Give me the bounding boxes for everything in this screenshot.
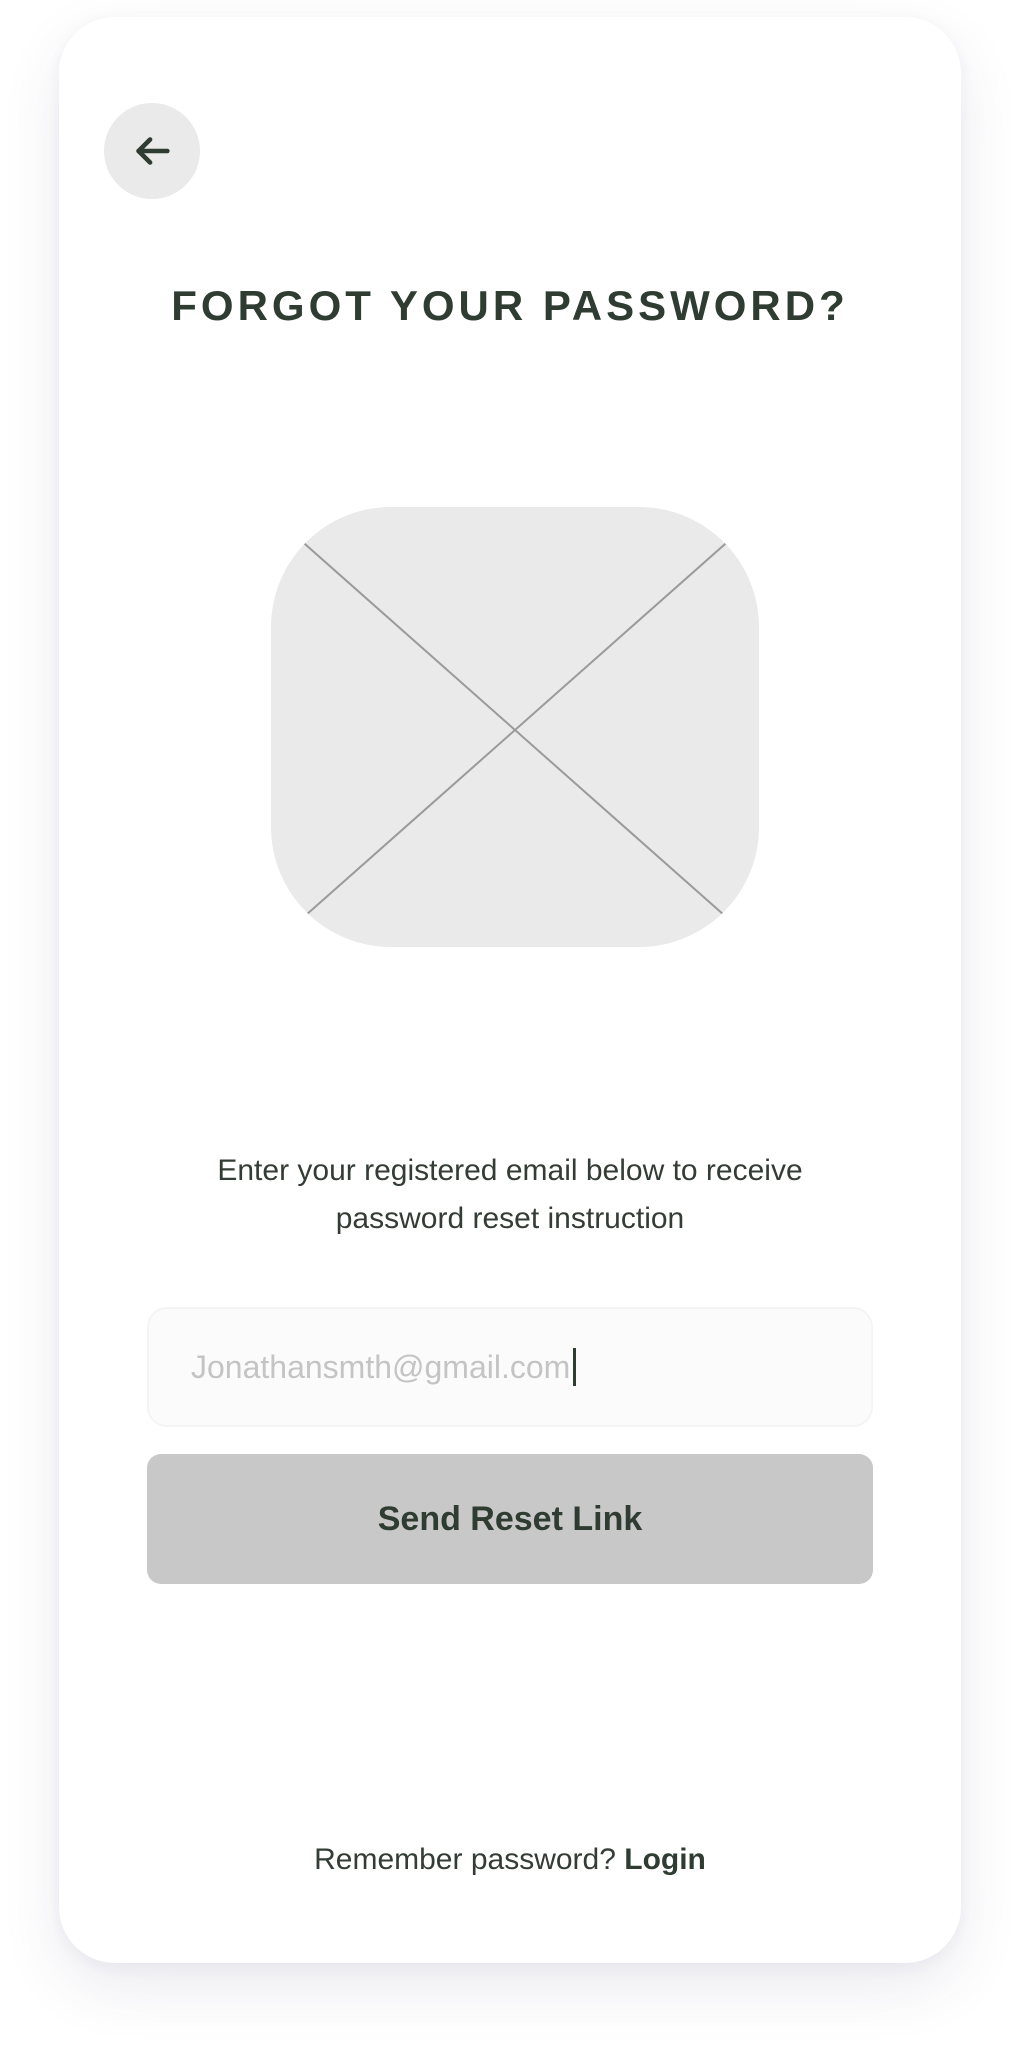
image-placeholder-icon <box>296 536 734 924</box>
login-prompt: Remember password? Login <box>59 1843 961 1877</box>
send-reset-link-button[interactable]: Send Reset Link <box>147 1454 873 1584</box>
instruction-text: Enter your registered email below to rec… <box>217 1154 803 1235</box>
arrow-left-icon <box>136 137 170 165</box>
image-placeholder <box>271 507 759 947</box>
text-caret <box>573 1348 577 1386</box>
login-prompt-text: Remember password? <box>314 1843 616 1876</box>
email-value: Jonathansmth@gmail.com <box>191 1348 571 1385</box>
forgot-password-screen: FORGOT YOUR PASSWORD? Enter your registe… <box>59 17 961 1963</box>
login-link[interactable]: Login <box>624 1843 706 1876</box>
page-title: FORGOT YOUR PASSWORD? <box>171 282 849 329</box>
email-field[interactable]: Jonathansmth@gmail.com <box>147 1307 873 1427</box>
back-button[interactable] <box>104 103 200 199</box>
